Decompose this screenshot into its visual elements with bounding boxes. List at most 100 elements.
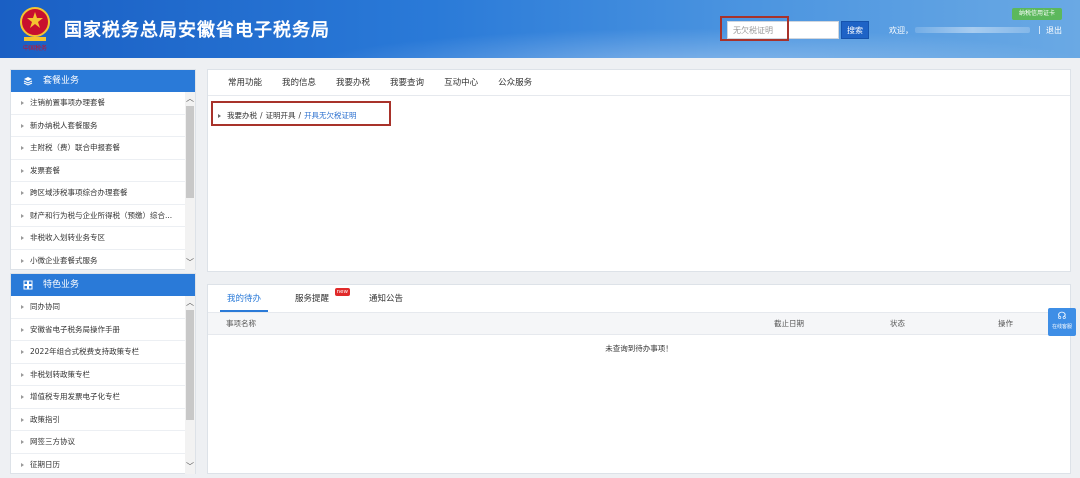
breadcrumb-separator: /: [298, 111, 302, 120]
tab-my-todo[interactable]: 我的待办: [220, 285, 269, 312]
feature-business-panel: 特色业务 同办协同 安徽省电子税务局操作手册 2022年组合式税费支持政策专栏 …: [10, 273, 196, 476]
tab-common-functions[interactable]: 常用功能: [228, 70, 262, 95]
package-business-header[interactable]: 套餐业务: [11, 70, 195, 92]
package-scrollbar[interactable]: ︿ ﹀: [185, 92, 195, 270]
tax-emblem-icon[interactable]: 中国税务: [16, 6, 54, 52]
scroll-down-icon[interactable]: ﹀: [185, 462, 195, 472]
tab-public-service[interactable]: 公众服务: [498, 70, 532, 95]
sidebar-item-label: 同办协同: [30, 302, 60, 311]
sidebar-item-label: 增值税专用发票电子化专栏: [30, 392, 120, 401]
header-separator: |: [1038, 25, 1041, 34]
masked-username: [915, 27, 1030, 33]
online-service-button[interactable]: ☊ 在线客服: [1048, 308, 1076, 336]
bullet-icon: [21, 101, 24, 105]
sidebar-item-small-business[interactable]: 小微企业套餐式服务: [11, 250, 187, 272]
feature-scrollbar[interactable]: ︿ ﹀: [185, 296, 195, 474]
package-business-title: 套餐业务: [43, 76, 80, 86]
breadcrumb-separator: /: [260, 111, 263, 120]
welcome-text: 欢迎，: [889, 26, 913, 35]
breadcrumb-tax-handling[interactable]: 我要办税: [227, 110, 257, 121]
tab-tax-handling[interactable]: 我要办税: [336, 70, 370, 95]
sidebar-item-2022-policy[interactable]: 2022年组合式税费支持政策专栏: [11, 341, 187, 364]
tab-service-reminder-label: 服务提醒: [295, 294, 330, 304]
sidebar-item-label: 征期日历: [30, 459, 60, 469]
breadcrumb-no-tax-arrears-certificate[interactable]: 开具无欠税证明: [304, 110, 357, 121]
scroll-up-icon[interactable]: ︿: [185, 298, 195, 308]
sidebar-item-coordination[interactable]: 同办协同: [11, 296, 187, 319]
sidebar-item-vat-einvoice[interactable]: 增值税专用发票电子化专栏: [11, 386, 187, 409]
column-action: 操作: [998, 319, 1013, 328]
sidebar-item-label: 安徽省电子税务局操作手册: [30, 324, 120, 334]
bullet-icon: [21, 440, 24, 444]
logout-link[interactable]: 退出: [1046, 25, 1062, 36]
search-highlight-annotation: [720, 16, 789, 41]
package-business-list: 注销前置事项办理套餐 新办纳税人套餐服务 主附税（费）联合申报套餐 发票套餐 跨…: [11, 92, 195, 272]
sidebar-item-label: 政策指引: [30, 414, 60, 424]
bullet-icon: [21, 168, 24, 173]
sidebar-item-label: 网签三方协议: [30, 437, 75, 446]
breadcrumb-arrow-icon: [218, 113, 221, 118]
table-header: 事项名称 截止日期 状态 操作: [208, 313, 1070, 335]
feature-business-list: 同办协同 安徽省电子税务局操作手册 2022年组合式税费支持政策专栏 非税划转政…: [11, 296, 195, 476]
scroll-up-icon[interactable]: ︿: [185, 94, 195, 104]
bullet-icon: [21, 146, 24, 150]
tab-service-reminder[interactable]: 服务提醒 new: [288, 285, 351, 312]
scroll-down-icon[interactable]: ﹀: [185, 258, 195, 268]
column-item-name: 事项名称: [226, 319, 256, 328]
sidebar-item-tripartite[interactable]: 网签三方协议: [11, 431, 187, 454]
sidebar-item-label: 跨区域涉税事项综合办理套餐: [30, 188, 128, 197]
sidebar-item-joint-declaration[interactable]: 主附税（费）联合申报套餐: [11, 137, 187, 160]
sidebar-item-label: 注销前置事项办理套餐: [30, 98, 105, 107]
sidebar-item-cross-region[interactable]: 跨区域涉税事项综合办理套餐: [11, 182, 187, 205]
bullet-icon: [21, 123, 24, 128]
header-bar: 中国税务 国家税务总局安徽省电子税务局 无欠税证明 搜索 欢迎， | 退出 纳税…: [0, 0, 1080, 58]
emblem-caption: 中国税务: [23, 44, 47, 52]
sidebar-item-label: 发票套餐: [30, 165, 60, 175]
scroll-thumb[interactable]: [186, 106, 194, 198]
sidebar-item-invoice-package[interactable]: 发票套餐: [11, 160, 187, 182]
column-deadline: 截止日期: [774, 319, 804, 328]
bullet-icon: [21, 462, 24, 467]
sidebar-item-policy-guide[interactable]: 政策指引: [11, 409, 187, 431]
sidebar-item-label: 主附税（费）联合申报套餐: [30, 143, 120, 152]
bullet-icon: [21, 191, 24, 195]
search-button[interactable]: 搜索: [841, 21, 869, 39]
sidebar-item-label: 非税收入划转业务专区: [30, 233, 105, 242]
sidebar-item-cancel-package[interactable]: 注销前置事项办理套餐: [11, 92, 187, 115]
tab-interaction[interactable]: 互动中心: [444, 70, 478, 95]
headset-icon: ☊: [1057, 311, 1067, 322]
empty-todo-message: 未查询到待办事项！: [605, 344, 673, 353]
sidebar-item-non-tax-transfer[interactable]: 非税收入划转业务专区: [11, 227, 187, 250]
online-service-label: 在线客服: [1051, 324, 1072, 330]
feature-business-header[interactable]: 特色业务: [11, 274, 195, 296]
bullet-icon: [21, 395, 24, 399]
main-nav-card: 常用功能 我的信息 我要办税 我要查询 互动中心 公众服务 我要办税 / 证明开…: [207, 69, 1071, 272]
tab-notice[interactable]: 通知公告: [362, 285, 410, 312]
scroll-thumb[interactable]: [186, 310, 194, 420]
bullet-icon: [21, 327, 24, 332]
sidebar-item-property-tax[interactable]: 财产和行为税与企业所得税（预缴）综合...: [11, 205, 187, 227]
sidebar-item-non-tax-policy[interactable]: 非税划转政策专栏: [11, 364, 187, 386]
sidebar-item-label: 非税划转政策专栏: [30, 369, 90, 379]
tasks-tabs: 我的待办 服务提醒 new 通知公告: [208, 285, 1070, 313]
bullet-icon: [21, 305, 24, 309]
credit-card-badge[interactable]: 纳税信用证卡: [1012, 8, 1062, 20]
grid-icon: [23, 280, 33, 290]
bullet-icon: [21, 350, 24, 354]
tasks-card: 我的待办 服务提醒 new 通知公告 事项名称 截止日期 状态 操作 未查询到待…: [207, 284, 1071, 474]
sidebar-item-manual[interactable]: 安徽省电子税务局操作手册: [11, 319, 187, 341]
sidebar-item-label: 小微企业套餐式服务: [30, 255, 98, 265]
breadcrumb: 我要办税 / 证明开具 / 开具无欠税证明: [218, 110, 357, 121]
feature-business-title: 特色业务: [43, 280, 80, 290]
tab-query[interactable]: 我要查询: [390, 70, 424, 95]
package-business-panel: 套餐业务 注销前置事项办理套餐 新办纳税人套餐服务 主附税（费）联合申报套餐 发…: [10, 69, 196, 272]
sidebar-item-new-taxpayer[interactable]: 新办纳税人套餐服务: [11, 115, 187, 137]
sidebar-item-label: 新办纳税人套餐服务: [30, 120, 98, 130]
layers-icon: [23, 77, 33, 86]
sidebar-item-tax-calendar[interactable]: 征期日历: [11, 454, 187, 476]
sidebar-item-label: 2022年组合式税费支持政策专栏: [30, 347, 140, 356]
tab-my-info[interactable]: 我的信息: [282, 70, 316, 95]
breadcrumb-certificate[interactable]: 证明开具: [266, 110, 296, 121]
bullet-icon: [21, 236, 24, 240]
bullet-icon: [21, 417, 24, 422]
